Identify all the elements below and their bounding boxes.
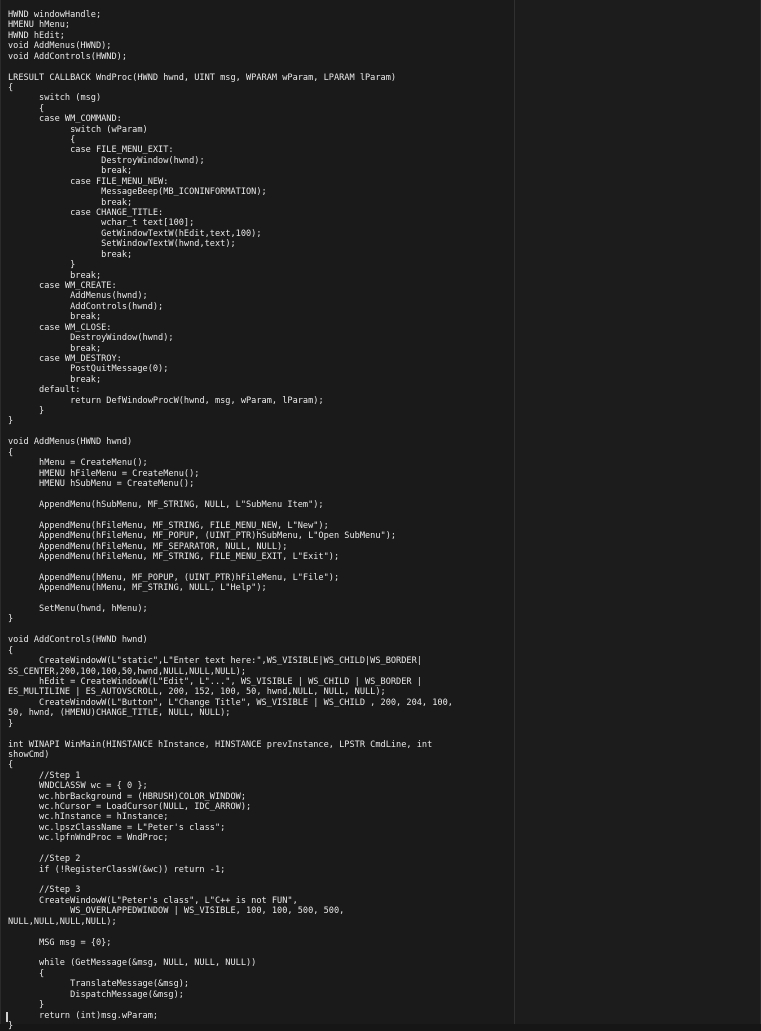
text-cursor	[6, 1012, 8, 1022]
code-editor[interactable]: HWND windowHandle; HMENU hMenu; HWND hEd…	[1, 0, 514, 1031]
empty-side-pane	[515, 0, 760, 1024]
code-text[interactable]: HWND windowHandle; HMENU hMenu; HWND hEd…	[8, 10, 508, 1031]
editor-window: HWND windowHandle; HMENU hMenu; HWND hEd…	[0, 0, 761, 1031]
